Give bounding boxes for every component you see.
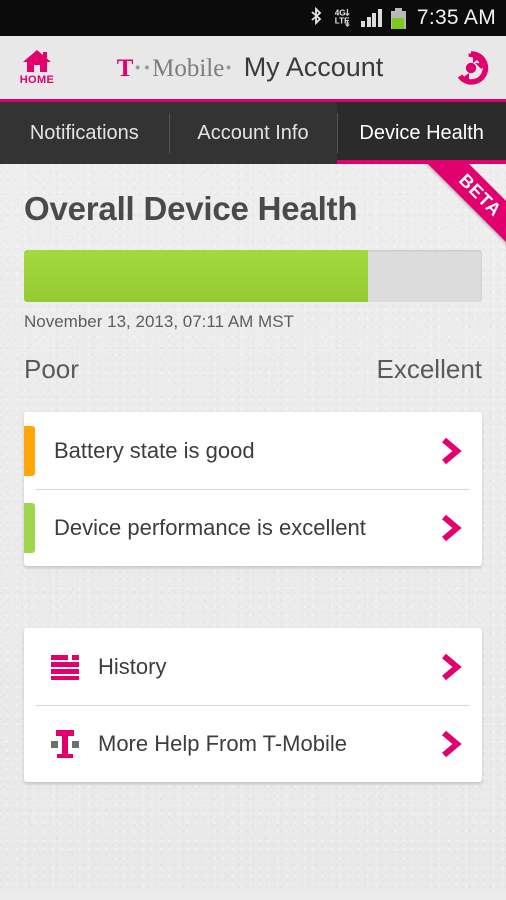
action-row-more-help-label: More Help From T-Mobile — [98, 730, 347, 756]
tab-account-info-label: Account Info — [197, 121, 309, 144]
t-mobile-dot-right: · — [224, 55, 234, 82]
status-row-battery[interactable]: Battery state is good — [24, 412, 482, 489]
health-scale: Poor Excellent — [24, 354, 482, 385]
t-mobile-logo-icon — [48, 727, 82, 761]
refresh-button[interactable] — [436, 48, 506, 88]
status-bar: 4G LTE 7:35 AM — [0, 0, 506, 36]
status-indicator-performance — [24, 502, 35, 553]
tab-device-health-label: Device Health — [359, 121, 484, 144]
chevron-right-icon — [442, 437, 462, 464]
action-row-more-help[interactable]: More Help From T-Mobile — [24, 705, 482, 782]
status-row-battery-label: Battery state is good — [54, 437, 255, 463]
refresh-icon — [457, 50, 489, 85]
health-meter — [24, 250, 482, 302]
health-meter-fill — [24, 250, 368, 302]
home-button[interactable]: HOME — [0, 49, 74, 86]
chevron-right-icon — [442, 514, 462, 541]
page-title: My Account — [243, 52, 384, 82]
tab-account-info[interactable]: Account Info — [168, 102, 338, 164]
action-row-history[interactable]: History — [24, 628, 482, 705]
chevron-right-icon — [442, 730, 462, 757]
bluetooth-icon — [309, 7, 323, 29]
t-mobile-dots-left: ·· — [133, 55, 153, 82]
t-mobile-t: T — [116, 55, 134, 82]
health-timestamp: November 13, 2013, 07:11 AM MST — [24, 312, 294, 331]
status-card: Battery state is good Device performance… — [24, 412, 482, 566]
home-icon — [23, 50, 51, 72]
signal-bars-icon — [361, 9, 382, 27]
scale-high-label: Excellent — [376, 354, 483, 384]
t-mobile-wordmark: Mobile — [152, 55, 225, 82]
section-title: Overall Device Health — [24, 190, 358, 227]
tab-bar: Notifications Account Info Device Health — [0, 102, 506, 177]
main-content: BETA Overall Device Health November 13, … — [0, 164, 506, 891]
status-row-performance[interactable]: Device performance is excellent — [24, 489, 482, 566]
home-button-label: HOME — [19, 74, 55, 86]
status-bar-clock: 7:35 AM — [416, 6, 496, 29]
battery-icon — [390, 7, 406, 29]
app-header: HOME T ·· Mobile · My Account — [0, 36, 506, 102]
history-list-icon — [48, 650, 82, 684]
brand-title: T ·· Mobile · My Account — [64, 52, 436, 83]
action-row-history-label: History — [98, 653, 167, 679]
scale-low-label: Poor — [24, 354, 79, 384]
status-indicator-battery — [24, 425, 35, 476]
status-row-performance-label: Device performance is excellent — [54, 514, 366, 540]
tab-device-health[interactable]: Device Health — [337, 102, 506, 177]
actions-card: History More Help From T-Mobile — [24, 628, 482, 782]
card-spacer — [24, 566, 482, 601]
tab-notifications-label: Notifications — [29, 121, 139, 144]
lte-4g-icon: 4G LTE — [332, 6, 352, 30]
tab-notifications[interactable]: Notifications — [0, 102, 169, 164]
chevron-right-icon — [442, 653, 462, 680]
